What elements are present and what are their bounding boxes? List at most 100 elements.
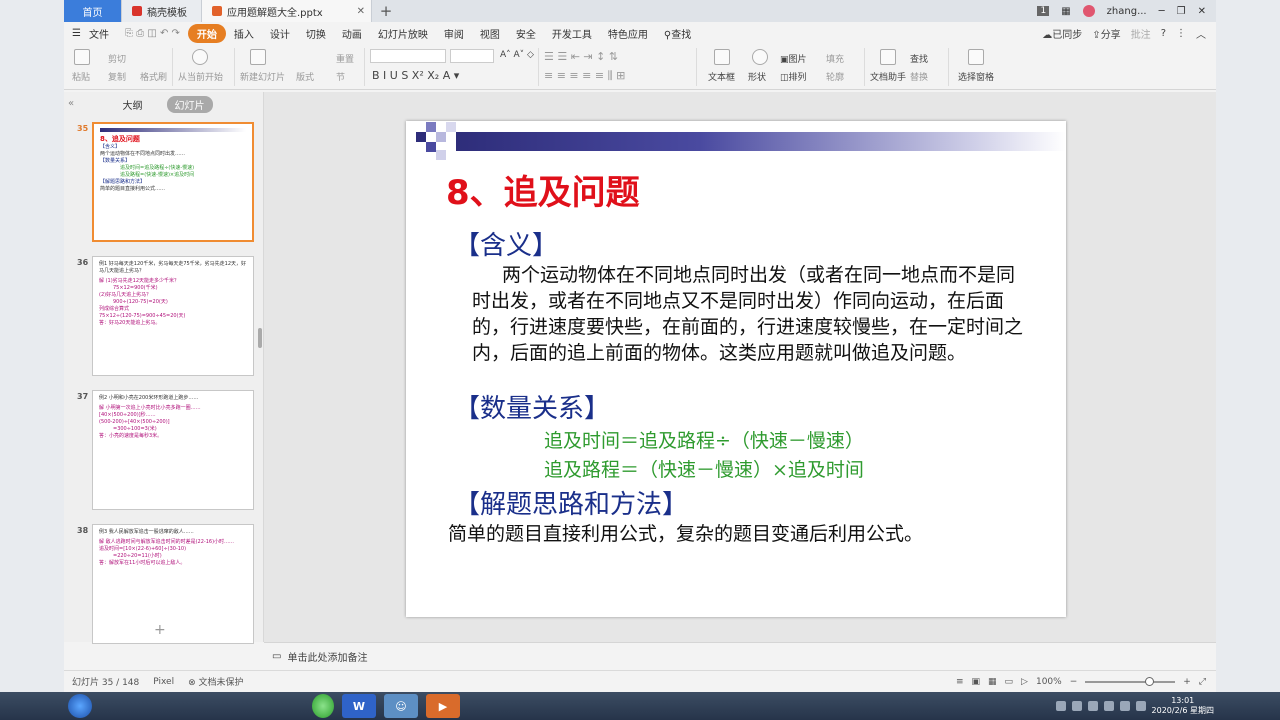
tab-home[interactable]: 首页: [64, 0, 122, 22]
normal-view-icon[interactable]: ▣: [972, 677, 981, 687]
new-slide-icon[interactable]: [250, 49, 266, 65]
tray-icon[interactable]: [1119, 701, 1130, 711]
shape-button[interactable]: 形状: [748, 70, 766, 83]
tab-slides[interactable]: 幻灯片: [166, 95, 213, 113]
replace-button[interactable]: 替换: [910, 70, 928, 83]
section-button[interactable]: 节: [336, 70, 345, 83]
menu-item-animation[interactable]: 动画: [334, 26, 370, 41]
collapse-ribbon-icon[interactable]: ︿: [1196, 26, 1206, 41]
menu-item-review[interactable]: 审阅: [436, 26, 472, 41]
shape-icon[interactable]: [752, 49, 768, 65]
tray-icon[interactable]: [1103, 701, 1114, 711]
menu-item-insert[interactable]: 插入: [226, 26, 262, 41]
tab-template[interactable]: 稿壳模板: [122, 0, 202, 22]
menu-search[interactable]: ⚲查找: [656, 26, 699, 41]
more-icon[interactable]: ⋮: [1176, 28, 1186, 39]
select-pane-button[interactable]: 选择窗格: [958, 70, 994, 83]
slideshow-icon[interactable]: ▷: [1021, 677, 1028, 687]
maximize-icon[interactable]: ❐: [1177, 6, 1186, 17]
menu-item-home[interactable]: 开始: [187, 23, 226, 43]
layout-button[interactable]: 版式: [296, 70, 314, 83]
browser-app-icon[interactable]: [312, 694, 334, 718]
volume-icon[interactable]: [1135, 701, 1146, 711]
select-pane-icon[interactable]: [968, 49, 984, 65]
collapse-panel-icon[interactable]: «: [68, 98, 74, 109]
add-slide-icon[interactable]: +: [154, 622, 166, 638]
find-button[interactable]: 查找: [910, 52, 928, 65]
from-start-button[interactable]: 从当前开始: [178, 70, 223, 83]
tab-document[interactable]: 应用题解题大全.pptx ✕: [202, 0, 372, 22]
notes-bar[interactable]: ▭ 单击此处添加备注: [264, 642, 1216, 670]
hamburger-icon[interactable]: ☰: [64, 28, 89, 39]
share-button[interactable]: ⇪分享: [1092, 26, 1120, 41]
paste-icon[interactable]: [74, 49, 90, 65]
menu-item-special[interactable]: 特色应用: [600, 26, 656, 41]
arrange-button[interactable]: ◫排列: [780, 70, 807, 83]
menu-item-security[interactable]: 安全: [508, 26, 544, 41]
reset-button[interactable]: 重置: [336, 52, 354, 65]
slide-thumbnail[interactable]: 例3 我人民解放军追击一股逃窜的敌人…… 解 敌人逃跑时间与解放军追击时间的时差…: [92, 524, 254, 644]
menu-item-design[interactable]: 设计: [262, 26, 298, 41]
font-style-buttons[interactable]: B I U S X² X₂ A ▾: [372, 69, 459, 82]
paste-button[interactable]: 粘贴: [72, 70, 90, 83]
wps-presentation-app-icon[interactable]: ▶: [426, 694, 460, 718]
zoom-level[interactable]: 100%: [1036, 677, 1062, 687]
zoom-slider[interactable]: [1085, 677, 1176, 686]
slide-thumbnail[interactable]: 8、追及问题 【含义】 两个运动物体在不同地点同时出发…… 【数量关系】 追及时…: [92, 122, 254, 242]
comment-button[interactable]: 批注: [1131, 26, 1151, 41]
sync-button[interactable]: ☁已同步: [1042, 26, 1082, 41]
format-painter-button[interactable]: 格式刷: [140, 70, 167, 83]
menu-item-transition[interactable]: 切换: [298, 26, 334, 41]
minimize-icon[interactable]: ─: [1159, 6, 1165, 17]
notes-toggle-icon[interactable]: ≡: [956, 677, 964, 687]
text-box-button[interactable]: 文本框: [708, 70, 735, 83]
clock[interactable]: 13:01 2020/2/6 星期四: [1152, 696, 1214, 716]
close-tab-icon[interactable]: ✕: [357, 6, 365, 17]
grid-icon[interactable]: ▦: [1061, 6, 1070, 17]
zoom-slider-knob[interactable]: [1145, 677, 1155, 686]
slide-canvas[interactable]: 8、追及问题 【含义】 两个运动物体在不同地点同时出发（或者在同一地点而不是同时…: [406, 121, 1066, 617]
copy-button[interactable]: 复制: [108, 70, 126, 83]
font-family-select[interactable]: [370, 49, 446, 63]
quick-access-icons[interactable]: ⎘ ⎙ ◫ ↶ ↷: [117, 28, 188, 39]
picture-button[interactable]: ▣图片: [780, 52, 807, 65]
text-box-icon[interactable]: [714, 49, 730, 65]
sorter-view-icon[interactable]: ▦: [988, 677, 997, 687]
font-size-select[interactable]: [450, 49, 494, 63]
slide-thumbnail[interactable]: 例1 好马每天走120千米，劣马每天走75千米，劣马先走12天，好马几天能追上劣…: [92, 256, 254, 376]
window-count-badge[interactable]: 1: [1037, 6, 1050, 16]
user-name[interactable]: zhang...: [1107, 6, 1147, 17]
new-slide-button[interactable]: 新建幻灯片: [240, 70, 285, 83]
tray-icon[interactable]: [1087, 701, 1098, 711]
play-icon[interactable]: [192, 49, 208, 65]
menu-item-view[interactable]: 视图: [472, 26, 508, 41]
menu-file[interactable]: 文件: [89, 26, 117, 41]
paragraph-buttons-bottom[interactable]: ≡ ≡ ≡ ≡ ≡ ⫼ ⊞: [544, 69, 625, 83]
zoom-out-icon[interactable]: −: [1070, 677, 1078, 687]
fill-button[interactable]: 填充: [826, 52, 844, 65]
outline-button[interactable]: 轮廓: [826, 70, 844, 83]
menu-item-slideshow[interactable]: 幻灯片放映: [370, 26, 436, 41]
zoom-in-icon[interactable]: +: [1183, 677, 1191, 687]
wps-writer-app-icon[interactable]: W: [342, 694, 376, 718]
slide-thumbnail[interactable]: 例2 小明和小亮在200米环形跑道上跑步…… 解 小明第一次追上小亮时比小亮多跑…: [92, 390, 254, 510]
close-icon[interactable]: ✕: [1198, 6, 1206, 17]
avatar[interactable]: [1082, 5, 1095, 17]
panel-scrollbar[interactable]: [258, 328, 262, 348]
new-tab-button[interactable]: +: [372, 0, 400, 22]
doc-helper-icon[interactable]: [880, 49, 896, 65]
menu-item-developer[interactable]: 开发工具: [544, 26, 600, 41]
help-icon[interactable]: ?: [1161, 28, 1166, 39]
protect-status[interactable]: ⊗ 文档未保护: [188, 675, 243, 688]
cut-button[interactable]: 剪切: [108, 52, 126, 65]
tray-icon[interactable]: [1071, 701, 1082, 711]
tray-icon[interactable]: [1055, 701, 1066, 711]
anime-app-icon[interactable]: ☺: [384, 694, 418, 718]
fit-window-icon[interactable]: ⤢: [1199, 677, 1206, 687]
tab-outline[interactable]: 大纲: [115, 96, 151, 113]
start-button[interactable]: [68, 694, 92, 718]
reading-view-icon[interactable]: ▭: [1005, 677, 1014, 687]
doc-helper-button[interactable]: 文档助手: [870, 70, 906, 83]
font-size-buttons[interactable]: A˄ A˅ ◇: [500, 50, 534, 60]
paragraph-buttons-top[interactable]: ☰ ☰ ⇤ ⇥ ↕ ⇅: [544, 50, 618, 63]
